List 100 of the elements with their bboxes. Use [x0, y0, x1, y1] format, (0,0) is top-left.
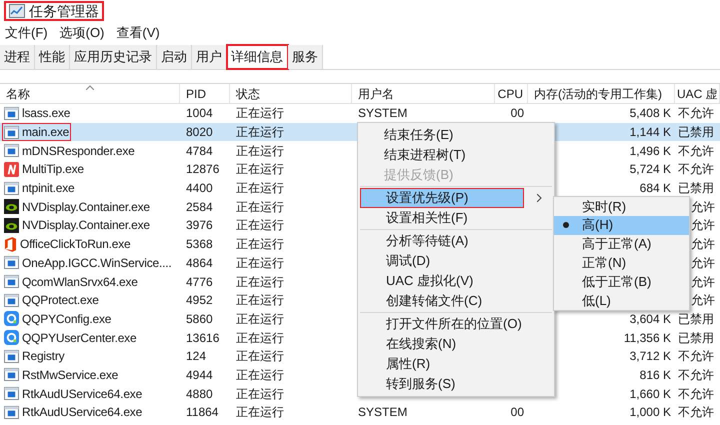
- menu-item[interactable]: 调试(D): [360, 251, 552, 271]
- uac-cell-text: 允许: [691, 217, 715, 234]
- column-header[interactable]: 名称: [6, 84, 30, 102]
- pid-cell: 4944: [186, 368, 213, 382]
- menu-item[interactable]: 查看(V): [116, 23, 160, 43]
- window-icon: [4, 106, 19, 120]
- menu-item[interactable]: 属性(R): [360, 354, 552, 374]
- status-cell: 正在运行: [236, 405, 284, 420]
- status-cell: 正在运行: [236, 144, 284, 158]
- process-name[interactable]: RtkAudUService64.exe: [22, 384, 142, 403]
- eye-logo-icon: [4, 218, 19, 233]
- status-cell: 正在运行: [236, 293, 284, 308]
- uac-cell-text: 允许: [691, 292, 715, 310]
- menu-item[interactable]: 结束任务(E): [358, 125, 554, 145]
- pid-cell: 5368: [186, 237, 213, 252]
- priority-option[interactable]: 高(H): [554, 216, 689, 235]
- tab[interactable]: 服务: [288, 45, 323, 69]
- window-icon: [4, 350, 19, 363]
- status-cell: 正在运行: [236, 368, 284, 382]
- uac-cell-text: 不允许: [678, 386, 714, 403]
- column-header[interactable]: 状态: [236, 84, 260, 102]
- pid-cell: 3976: [186, 218, 213, 232]
- status-cell: 正在运行: [236, 181, 284, 196]
- status-cell: 正在运行: [236, 274, 284, 289]
- pid-cell: 8020: [186, 125, 213, 140]
- memory-cell-text: 3,604 K: [630, 310, 671, 328]
- column-header[interactable]: PID: [186, 84, 206, 102]
- process-name[interactable]: NVDisplay.Container.exe: [22, 198, 150, 216]
- window-title-text: 任务管理器: [29, 2, 99, 20]
- username-cell: SYSTEM: [358, 405, 408, 420]
- cpu-cell-text: 00: [510, 404, 524, 422]
- memory-cell-text: 1,660 K: [630, 386, 671, 403]
- memory-cell-text: 1,144 K: [630, 124, 671, 142]
- pid-cell: 5860: [186, 312, 213, 326]
- menu-item[interactable]: 设置相关性(F): [360, 208, 552, 228]
- process-name[interactable]: NVDisplay.Container.exe: [22, 216, 150, 234]
- tab[interactable]: 进程: [0, 45, 35, 69]
- process-name[interactable]: QcomWlanSrvx64.exe: [22, 272, 138, 291]
- memory-cell-text: 816 K: [640, 366, 671, 384]
- status-cell: 正在运行: [236, 218, 284, 232]
- process-name[interactable]: MultiTip.exe: [22, 160, 84, 178]
- memory-cell-text: 5,724 K: [630, 161, 671, 178]
- uac-cell-text: 不允许: [678, 142, 714, 160]
- process-name[interactable]: QQPYConfig.exe: [22, 310, 112, 328]
- process-name[interactable]: ntpinit.exe: [22, 179, 75, 198]
- memory-cell-text: 3,712 K: [630, 348, 671, 366]
- window-icon: [4, 387, 19, 400]
- menu-item[interactable]: 文件(F): [5, 23, 48, 43]
- column-header[interactable]: 内存(活动的专用工作集): [534, 84, 662, 102]
- priority-option[interactable]: 低于正常(B): [554, 272, 689, 291]
- uac-cell-text: 不允许: [678, 161, 714, 178]
- status-cell: 正在运行: [236, 237, 284, 252]
- task-manager-icon: [9, 4, 25, 18]
- pid-cell: 13616: [186, 330, 220, 345]
- menu-item[interactable]: 选项(O): [60, 23, 104, 43]
- menu-item[interactable]: 转到服务(S): [360, 374, 552, 394]
- menu-item[interactable]: 在线搜索(N): [360, 334, 552, 354]
- tab[interactable]: 详细信息: [227, 45, 288, 69]
- process-name[interactable]: QQPYUserCenter.exe: [22, 328, 136, 347]
- menu-item[interactable]: UAC 虚拟化(V): [360, 271, 552, 291]
- uac-cell-text: 已禁用: [678, 180, 714, 198]
- process-name[interactable]: OfficeClickToRun.exe: [20, 235, 130, 254]
- window-icon: [4, 406, 19, 419]
- pid-cell: 4776: [186, 274, 213, 289]
- uac-cell-text: 不允许: [678, 348, 714, 366]
- priority-option[interactable]: 实时(R): [554, 197, 689, 216]
- status-cell: 正在运行: [236, 349, 284, 364]
- window-icon: [4, 126, 19, 139]
- menu-item[interactable]: 结束进程树(T): [358, 145, 554, 165]
- pid-cell: 4784: [186, 144, 213, 158]
- column-header[interactable]: 用户名: [358, 84, 394, 102]
- process-name[interactable]: QQProtect.exe: [22, 291, 99, 310]
- status-cell: 正在运行: [236, 312, 284, 326]
- pid-cell: 124: [186, 349, 206, 364]
- tab[interactable]: 用户: [192, 45, 227, 69]
- status-cell: 正在运行: [236, 256, 284, 270]
- status-cell: 正在运行: [236, 330, 284, 345]
- uac-cell-text: 允许: [691, 254, 715, 272]
- priority-option[interactable]: 高于正常(A): [554, 234, 689, 254]
- process-name[interactable]: lsass.exe: [22, 104, 70, 122]
- process-name[interactable]: mDNSResponder.exe: [22, 142, 135, 160]
- process-name[interactable]: Registry: [22, 347, 64, 366]
- uac-cell-text: 已禁用: [678, 310, 714, 328]
- tab[interactable]: 应用历史记录: [70, 45, 157, 69]
- menu-item[interactable]: 创建转储文件(C): [360, 291, 552, 311]
- menu-item[interactable]: 打开文件所在的位置(O): [360, 314, 552, 334]
- tab[interactable]: 启动: [157, 45, 192, 69]
- pid-cell: 12876: [186, 162, 220, 176]
- priority-option[interactable]: 正常(N): [554, 253, 689, 272]
- column-header[interactable]: UAC 虚: [677, 84, 718, 102]
- column-header[interactable]: CPU: [498, 84, 523, 102]
- uac-cell-text: 允许: [691, 236, 715, 254]
- menu-item[interactable]: 分析等待链(A): [360, 231, 552, 251]
- uac-cell-text: 已禁用: [678, 330, 714, 347]
- process-name[interactable]: OneApp.IGCC.WinService....: [22, 254, 172, 272]
- window-icon: [4, 256, 19, 270]
- process-name[interactable]: RtkAudUService64.exe: [22, 403, 142, 422]
- priority-option[interactable]: 低(L): [554, 290, 689, 310]
- process-name[interactable]: RstMwService.exe: [22, 366, 118, 384]
- tab[interactable]: 性能: [35, 45, 70, 69]
